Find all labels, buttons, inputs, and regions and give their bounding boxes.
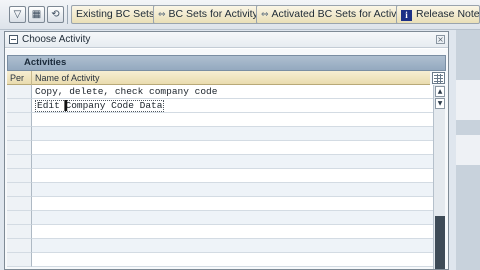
existing-bc-sets-button[interactable]: Existing BC Sets	[71, 5, 160, 24]
activity-name-cell[interactable]	[32, 225, 433, 239]
activity-name-cell[interactable]	[32, 211, 433, 225]
row-selector[interactable]	[7, 127, 32, 141]
layout-icon[interactable]: ▦	[28, 6, 45, 23]
row-selector[interactable]	[7, 113, 32, 127]
row-selector[interactable]	[7, 169, 32, 183]
table-row[interactable]	[7, 253, 433, 267]
column-header-name-of-activity[interactable]: Name of Activity	[32, 71, 430, 85]
activity-name-cell[interactable]: Copy, delete, check company code	[32, 85, 433, 99]
background-panel	[456, 30, 480, 270]
activity-name-cell[interactable]: Edit Company Code Data	[32, 99, 433, 113]
activity-name-cell[interactable]	[32, 141, 433, 155]
row-selector[interactable]	[7, 183, 32, 197]
table-row[interactable]: Edit Company Code Data	[7, 99, 433, 113]
existing-bc-sets-label: Existing BC Sets	[76, 8, 155, 20]
table-row[interactable]	[7, 141, 433, 155]
activity-name-cell[interactable]	[32, 239, 433, 253]
activity-name-cell[interactable]	[32, 127, 433, 141]
row-selector[interactable]	[7, 197, 32, 211]
table-row[interactable]	[7, 197, 433, 211]
release-notes-button[interactable]: i Release Notes	[396, 5, 480, 24]
text-cursor-icon: I	[63, 97, 69, 115]
row-selector[interactable]	[7, 211, 32, 225]
dialog-title-bar[interactable]: Choose Activity ×	[5, 32, 448, 48]
table-row[interactable]	[7, 211, 433, 225]
activated-bc-sets-icon: ⇔	[261, 10, 269, 20]
table-row[interactable]	[7, 225, 433, 239]
table-row[interactable]	[7, 183, 433, 197]
application-toolbar: ▽ ▦ ⟲ Existing BC Sets ⇔ BC Sets for Acti…	[0, 0, 480, 30]
table-row[interactable]	[7, 155, 433, 169]
release-notes-label: Release Notes	[416, 8, 480, 20]
bc-sets-for-activity-button[interactable]: ⇔ BC Sets for Activity	[153, 5, 263, 24]
table-row[interactable]	[7, 113, 433, 127]
row-selector[interactable]	[7, 225, 32, 239]
row-selector[interactable]	[7, 141, 32, 155]
row-selector[interactable]	[7, 253, 32, 267]
vertical-scrollbar[interactable]: ▲ ▼	[433, 85, 445, 269]
row-selector[interactable]	[7, 155, 32, 169]
table-row[interactable]	[7, 239, 433, 253]
filter-icon[interactable]: ▽	[9, 6, 26, 23]
activity-name-cell[interactable]	[32, 169, 433, 183]
table-caption: Activities	[7, 55, 446, 71]
table-header: Per Name of Activity	[7, 71, 430, 85]
scrollbar-thumb[interactable]	[435, 216, 445, 269]
row-selector[interactable]	[7, 85, 32, 99]
focused-activity-text[interactable]: Edit Company Code Data	[35, 100, 165, 112]
background-stripe	[456, 80, 480, 120]
activated-bc-sets-button[interactable]: ⇔ Activated BC Sets for Activity	[256, 5, 412, 24]
info-icon: i	[401, 10, 412, 21]
refresh-icon[interactable]: ⟲	[47, 6, 64, 23]
table-settings-icon[interactable]	[432, 72, 445, 84]
toolbar-separator	[67, 5, 68, 24]
choose-activity-dialog: Choose Activity × Activities Per Name of…	[4, 31, 449, 270]
close-icon[interactable]: ×	[436, 35, 445, 44]
activity-name-cell[interactable]	[32, 113, 433, 127]
bc-sets-icon: ⇔	[158, 10, 166, 20]
dialog-body: Activities Per Name of Activity Copy, de…	[5, 49, 448, 269]
table-rows: Copy, delete, check company code Edit Co…	[7, 85, 433, 269]
bc-sets-for-activity-label: BC Sets for Activity	[168, 8, 258, 20]
row-selector[interactable]	[7, 99, 32, 113]
row-selector[interactable]	[7, 239, 32, 253]
window-icon	[9, 35, 18, 44]
table-row[interactable]	[7, 169, 433, 183]
dialog-title: Choose Activity	[22, 34, 91, 45]
table-row[interactable]	[7, 127, 433, 141]
table-row[interactable]: Copy, delete, check company code	[7, 85, 433, 99]
activity-name-cell[interactable]	[32, 197, 433, 211]
scroll-down-icon[interactable]: ▼	[435, 98, 445, 109]
activated-bc-sets-label: Activated BC Sets for Activity	[271, 8, 407, 20]
scroll-up-icon[interactable]: ▲	[435, 86, 445, 97]
activity-name-cell[interactable]	[32, 253, 433, 267]
background-stripe	[456, 135, 480, 165]
activity-name-cell[interactable]	[32, 183, 433, 197]
column-header-per[interactable]: Per	[7, 71, 32, 85]
activities-table: Activities Per Name of Activity Copy, de…	[7, 55, 448, 269]
activity-name-cell[interactable]	[32, 155, 433, 169]
